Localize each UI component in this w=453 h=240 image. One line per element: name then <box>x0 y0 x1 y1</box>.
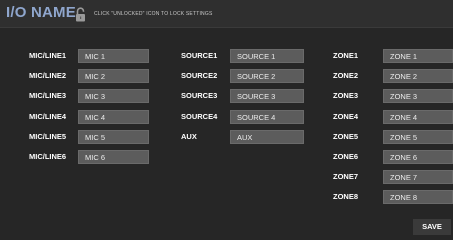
source3-field[interactable] <box>230 89 304 103</box>
zone1-label: ZONE1 <box>333 51 359 60</box>
source4-label: SOURCE4 <box>181 112 218 121</box>
mic-line6-field[interactable] <box>78 150 149 164</box>
zone5-label: ZONE5 <box>333 132 359 141</box>
unlocked-padlock-icon[interactable] <box>75 7 86 22</box>
save-button[interactable]: SAVE <box>413 219 451 235</box>
source2-label: SOURCE2 <box>181 71 218 80</box>
mic-line6-label: MIC/LINE6 <box>29 152 67 161</box>
io-name-panel: MIC/LINE1 MIC/LINE2 MIC/LINE3 MIC/LINE4 … <box>0 28 453 240</box>
mic-line4-field[interactable] <box>78 110 149 124</box>
source1-label: SOURCE1 <box>181 51 218 60</box>
zone4-field[interactable] <box>383 110 453 124</box>
mic-line4-label: MIC/LINE4 <box>29 112 67 121</box>
zone4-label: ZONE4 <box>333 112 359 121</box>
zone2-field[interactable] <box>383 69 453 83</box>
page-title: I/O NAME <box>6 4 76 21</box>
mic-line5-label: MIC/LINE5 <box>29 132 67 141</box>
mic-line5-field[interactable] <box>78 130 149 144</box>
zone8-field[interactable] <box>383 190 453 204</box>
source2-field[interactable] <box>230 69 304 83</box>
mic-line3-label: MIC/LINE3 <box>29 91 67 100</box>
lock-hint-text: CLICK "UNLOCKED" ICON TO LOCK SETTINGS <box>94 11 213 17</box>
zone7-label: ZONE7 <box>333 172 359 181</box>
header-bar: I/O NAME CLICK "UNLOCKED" ICON TO LOCK S… <box>0 0 453 28</box>
source4-field[interactable] <box>230 110 304 124</box>
zone7-field[interactable] <box>383 170 453 184</box>
mic-line3-field[interactable] <box>78 89 149 103</box>
zone2-label: ZONE2 <box>333 71 359 80</box>
zone6-label: ZONE6 <box>333 152 359 161</box>
source1-field[interactable] <box>230 49 304 63</box>
mic-line2-field[interactable] <box>78 69 149 83</box>
mic-line1-field[interactable] <box>78 49 149 63</box>
zone3-label: ZONE3 <box>333 91 359 100</box>
zone6-field[interactable] <box>383 150 453 164</box>
source3-label: SOURCE3 <box>181 91 218 100</box>
mic-line2-label: MIC/LINE2 <box>29 71 67 80</box>
zone8-label: ZONE8 <box>333 192 359 201</box>
zone1-field[interactable] <box>383 49 453 63</box>
mic-line1-label: MIC/LINE1 <box>29 51 67 60</box>
zone3-field[interactable] <box>383 89 453 103</box>
zone5-field[interactable] <box>383 130 453 144</box>
aux-field[interactable] <box>230 130 304 144</box>
aux-label: AUX <box>181 132 197 141</box>
